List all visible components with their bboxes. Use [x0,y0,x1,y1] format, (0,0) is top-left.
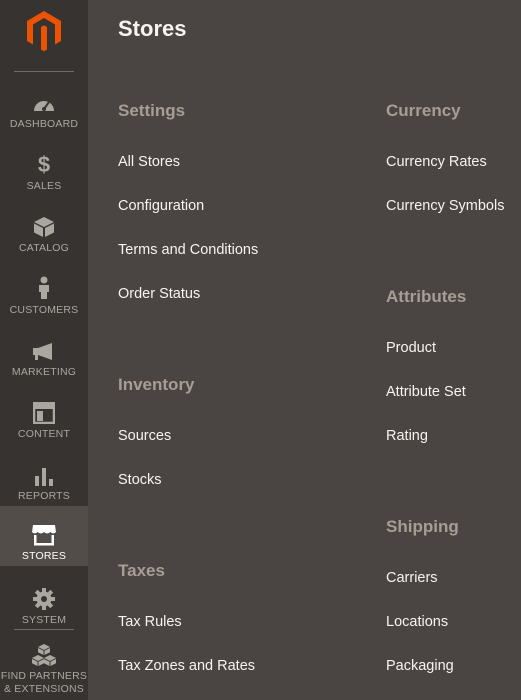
menu-link-tax-zones-and-rates[interactable]: Tax Zones and Rates [118,658,255,674]
menu-link-tax-rules[interactable]: Tax Rules [118,614,182,630]
magento-logo[interactable] [0,0,88,62]
logo-divider [14,71,74,72]
nav-item-reports[interactable]: REPORTS [0,446,88,508]
menu-link-all-stores[interactable]: All Stores [118,154,180,170]
menu-link-stocks[interactable]: Stocks [118,472,162,488]
nav-label-stores: STORES [21,550,67,562]
nav-label-marketing: MARKETING [11,366,77,378]
menu-link-rating[interactable]: Rating [386,428,428,444]
menu-link-configuration[interactable]: Configuration [118,198,204,214]
cubes-icon [32,640,56,666]
nav-item-sales[interactable]: $ SALES [0,136,88,198]
nav-label-reports: REPORTS [18,490,70,502]
nav-item-find-partners[interactable]: FIND PARTNERS & EXTENSIONS [0,634,88,700]
nav-label-find-partners: FIND PARTNERS & EXTENSIONS [0,670,88,695]
page-title: Stores [118,16,187,41]
nav-item-customers[interactable]: CUSTOMERS [0,260,88,322]
nav-label-sales: SALES [26,180,62,192]
nav-item-catalog[interactable]: CATALOG [0,198,88,260]
admin-sidebar: DASHBOARD $ SALES CATALOG CUSTOMERS MARK… [0,0,88,700]
nav-item-dashboard[interactable]: DASHBOARD [0,74,88,136]
section-title-currency: Currency [386,101,461,120]
nav-label-dashboard: DASHBOARD [9,118,79,130]
menu-link-currency-symbols[interactable]: Currency Symbols [386,198,504,214]
menu-link-currency-rates[interactable]: Currency Rates [386,154,487,170]
dollar-icon: $ [37,152,51,177]
nav-item-stores[interactable]: STORES [0,506,88,566]
section-title-settings: Settings [118,101,186,120]
menu-link-order-status[interactable]: Order Status [118,286,200,302]
nav-label-content: CONTENT [17,428,71,440]
nav-item-system[interactable]: SYSTEM [0,570,88,632]
menu-link-locations[interactable]: Locations [386,614,448,630]
nav-label-system: SYSTEM [21,614,67,626]
menu-link-sources[interactable]: Sources [118,428,171,444]
nav-label-customers: CUSTOMERS [9,304,79,316]
menu-link-product[interactable]: Product [386,340,436,356]
menu-link-terms-and-conditions[interactable]: Terms and Conditions [118,242,258,258]
magento-logo-icon [27,11,61,52]
section-title-taxes: Taxes [118,561,165,580]
nav-item-marketing[interactable]: MARKETING [0,322,88,384]
sidebar-divider [14,629,74,630]
bar-chart-icon [34,460,54,486]
storefront-icon [31,520,57,546]
menu-link-carriers[interactable]: Carriers [386,570,438,586]
menu-link-attribute-set[interactable]: Attribute Set [386,384,466,400]
menu-link-packaging[interactable]: Packaging [386,658,454,674]
layout-icon [33,398,55,424]
person-icon [37,274,51,300]
nav-item-content[interactable]: CONTENT [0,384,88,446]
speedometer-icon [32,88,56,114]
nav-label-catalog: CATALOG [18,242,70,254]
section-title-shipping: Shipping [386,517,459,536]
box-icon [33,212,55,238]
section-title-attributes: Attributes [386,287,467,306]
section-title-inventory: Inventory [118,375,195,394]
gear-icon [33,584,55,610]
megaphone-icon [32,336,56,362]
